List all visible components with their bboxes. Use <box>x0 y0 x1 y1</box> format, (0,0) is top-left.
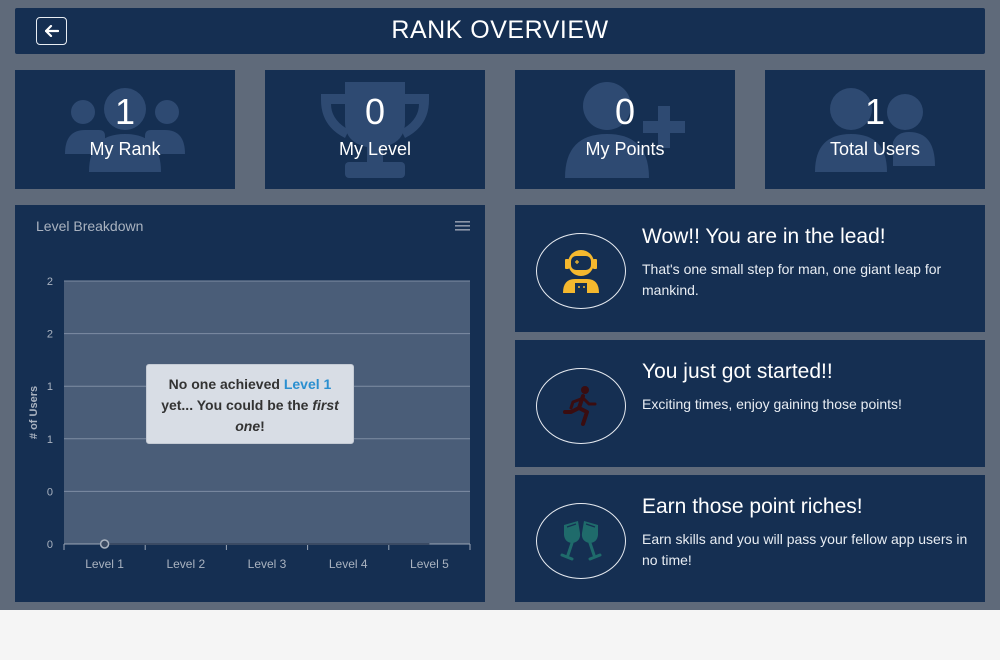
y-axis-label: # of Users <box>28 386 40 439</box>
stat-card-my-rank: 1 My Rank <box>15 70 235 189</box>
y-tick-label: 0 <box>47 486 53 498</box>
my-points-label: My Points <box>585 139 665 159</box>
x-tick-label: Level 5 <box>410 557 449 571</box>
page-title: RANK OVERVIEW <box>391 16 609 44</box>
tooltip-prefix: No one achieved <box>168 376 284 392</box>
cheers-glasses-icon <box>560 521 602 561</box>
stat-card-my-points: 0 My Points <box>515 70 735 189</box>
my-rank-label: My Rank <box>89 139 161 159</box>
my-rank-value: 1 <box>114 91 136 132</box>
running-person-icon <box>563 386 597 426</box>
message-badge-started <box>536 368 626 444</box>
y-tick-label: 2 <box>47 276 53 288</box>
my-points-value: 0 <box>614 91 636 132</box>
tooltip-one: one <box>235 418 261 434</box>
x-tick-label: Level 4 <box>329 557 368 571</box>
tooltip-level-highlight: Level 1 <box>283 376 332 392</box>
app-container: RANK OVERVIEW 1 My Rank 0 My Level 0 My … <box>0 0 1000 610</box>
tooltip-first: first <box>312 397 339 413</box>
message-title-started: You just got started!! <box>642 360 833 383</box>
astronaut-icon <box>563 250 599 293</box>
x-tick-label: Level 1 <box>85 557 124 571</box>
total-users-value: 1 <box>864 91 886 132</box>
tooltip-line2: yet... You could be the <box>161 397 313 413</box>
message-card-lead: Wow!! You are in the lead! That's one sm… <box>515 205 985 332</box>
message-badge-lead <box>536 233 626 309</box>
x-tick-label: Level 3 <box>248 557 287 571</box>
chart-point <box>99 539 110 549</box>
total-users-label: Total Users <box>829 139 921 159</box>
message-text-riches: Earn skills and you will pass your fello… <box>642 531 968 568</box>
y-tick-label: 0 <box>47 539 53 551</box>
message-text-started: Exciting times, enjoy gaining those poin… <box>642 396 902 412</box>
tooltip-suffix: ! <box>260 418 265 434</box>
message-title-lead: Wow!! You are in the lead! <box>642 225 886 248</box>
stat-card-my-level: 0 My Level <box>265 70 485 189</box>
header-bar: RANK OVERVIEW <box>15 8 985 54</box>
chart-tooltip: No one achieved Level 1 yet... You could… <box>146 364 354 444</box>
my-level-label: My Level <box>338 139 412 159</box>
message-card-started: You just got started!! Exciting times, e… <box>515 340 985 467</box>
my-level-value: 0 <box>364 91 386 132</box>
stat-card-total-users: 1 Total Users <box>765 70 985 189</box>
x-tick-label: Level 2 <box>166 557 205 571</box>
y-tick-label: 1 <box>47 381 53 393</box>
y-tick-label: 1 <box>47 434 53 446</box>
message-card-riches: Earn those point riches! Earn skills and… <box>515 475 985 602</box>
message-badge-riches <box>536 503 626 579</box>
message-text-lead: That's one small step for man, one giant… <box>642 261 942 298</box>
y-tick-label: 2 <box>47 329 53 341</box>
message-title-riches: Earn those point riches! <box>642 495 863 518</box>
